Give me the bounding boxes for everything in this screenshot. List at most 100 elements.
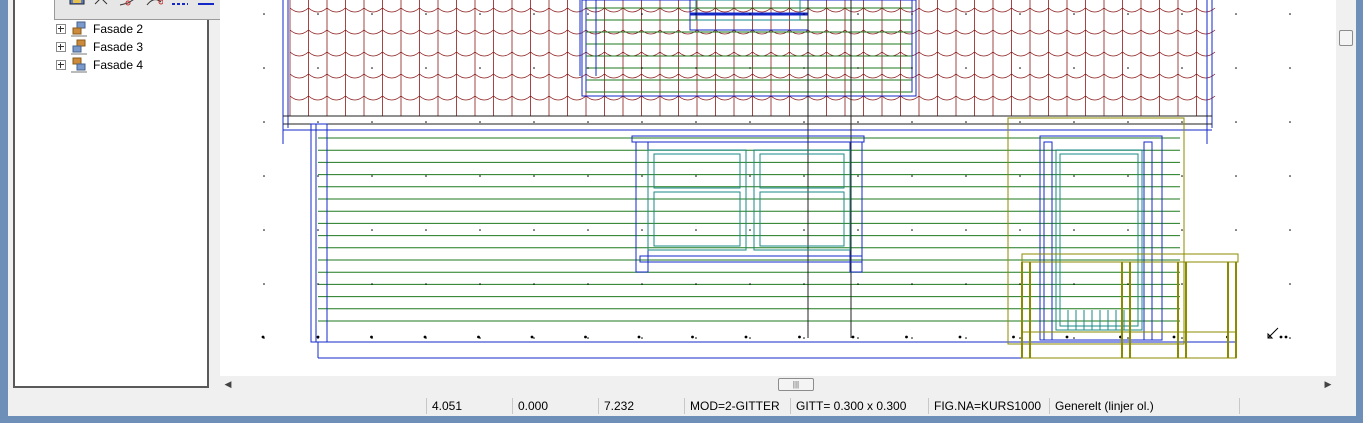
solid-line-icon[interactable] (197, 0, 215, 10)
grid-dot (1289, 229, 1291, 231)
grid-dot (587, 175, 589, 177)
grid-dot (425, 229, 427, 231)
grid-dot (803, 175, 805, 177)
grid-dot (263, 13, 265, 15)
grid-dot (1127, 229, 1129, 231)
grid-dot (695, 337, 697, 339)
grid-dot (1289, 283, 1291, 285)
tree-item-label: Fasade 2 (93, 22, 144, 36)
grid-dot (587, 283, 589, 285)
grid-dot (803, 337, 805, 339)
grid-dot (317, 283, 319, 285)
layer-icon[interactable] (69, 0, 87, 10)
status-grid[interactable]: GITT= 0.300 x 0.300 (790, 398, 928, 414)
grid-dot (1019, 175, 1021, 177)
snap-point (316, 335, 320, 339)
tree-item-fasade-4[interactable]: Fasade 4 (56, 56, 143, 74)
status-y-coordinate: 0.000 (512, 398, 598, 414)
grid-dot (1019, 283, 1021, 285)
scroll-right-arrow-icon[interactable]: ▶ (1322, 378, 1334, 391)
grid-dot (479, 121, 481, 123)
facade-layer-icon (71, 39, 87, 55)
snap-point (1012, 335, 1015, 339)
roof-tiles (289, 0, 1216, 116)
drawing-canvas[interactable] (220, 0, 1336, 376)
porch-post-frame (1007, 117, 1185, 345)
horizontal-scroll-thumb[interactable]: ||| (778, 378, 814, 391)
window-pane-right (753, 149, 851, 251)
grid-dot (695, 229, 697, 231)
expand-icon[interactable] (56, 60, 66, 70)
vertical-scroll-thumb[interactable] (1339, 30, 1353, 46)
snap-point (851, 335, 855, 339)
line-icon[interactable] (93, 0, 111, 10)
grid-dot (911, 283, 913, 285)
grid-dot (1073, 283, 1075, 285)
grid-dot (263, 283, 265, 285)
grid-dot (911, 121, 913, 123)
roof-tile-pattern (289, 0, 1216, 116)
window-trim-left (635, 141, 649, 273)
grid-dot (533, 121, 535, 123)
window-pane-left-lower (653, 191, 741, 247)
grid-dot (1235, 175, 1237, 177)
status-empty-cell (1239, 398, 1356, 414)
grid-dot (263, 121, 265, 123)
status-figure-name[interactable]: FIG.NA=KURS1000 (928, 398, 1049, 414)
grid-dot (803, 283, 805, 285)
grid-dot (695, 283, 697, 285)
door-panel-inner (1059, 153, 1139, 327)
status-bar: 4.051 0.000 7.232 MOD=2-GITTER GITT= 0.3… (8, 396, 1356, 416)
grid-dot (1019, 229, 1021, 231)
snap-point (1065, 335, 1069, 339)
grid-dot (1073, 175, 1075, 177)
window-pane-right-lower (759, 191, 845, 247)
tree-item-fasade-3[interactable]: Fasade 3 (56, 38, 143, 56)
grid-dot (1235, 229, 1237, 231)
expand-icon[interactable] (56, 24, 66, 34)
vertical-scrollbar[interactable] (1336, 0, 1356, 376)
grid-dot (479, 67, 481, 69)
grid-dot (803, 67, 805, 69)
grid-dot (1127, 121, 1129, 123)
grid-dot (533, 337, 535, 339)
grid-dot (1073, 121, 1075, 123)
grid-dot (317, 229, 319, 231)
grid-dot (695, 121, 697, 123)
grid-dot (641, 337, 643, 339)
grid-dot (425, 175, 427, 177)
grid-dot (371, 283, 373, 285)
grid-dot (803, 13, 805, 15)
grid-dot (641, 175, 643, 177)
snap-point (958, 335, 962, 339)
grid-dot (857, 13, 859, 15)
grid-dot (965, 175, 967, 177)
grid-dot (1181, 121, 1183, 123)
cursor-icon (1267, 327, 1279, 339)
grid-dot (803, 121, 805, 123)
grid-dot (317, 175, 319, 177)
grid-dot (1019, 121, 1021, 123)
grid-dot (749, 337, 751, 339)
scroll-left-arrow-icon[interactable]: ◀ (222, 378, 234, 391)
snap-point (261, 335, 265, 339)
dash-line-icon[interactable] (171, 0, 189, 10)
expand-icon[interactable] (56, 42, 66, 52)
railing-top (1021, 253, 1239, 263)
window-pane-right-upper (759, 153, 845, 189)
polyline-icon[interactable] (119, 0, 137, 10)
snap-point (637, 335, 641, 339)
grid-dot (1235, 67, 1237, 69)
grid-dot (641, 283, 643, 285)
status-mode[interactable]: MOD=2-GITTER (684, 398, 790, 414)
tree-item-fasade-2[interactable]: Fasade 2 (56, 20, 143, 38)
horizontal-scrollbar[interactable]: ◀ ||| ▶ (220, 376, 1336, 393)
status-layer[interactable]: Generelt (linjer ol.) (1049, 398, 1239, 414)
grid-dot (1127, 175, 1129, 177)
grid-dot (1073, 229, 1075, 231)
window-frame-right (1356, 0, 1363, 423)
arc-icon[interactable] (145, 0, 163, 10)
snap-point (905, 335, 908, 339)
status-z-coordinate: 7.232 (598, 398, 684, 414)
grid-dot (1289, 13, 1291, 15)
